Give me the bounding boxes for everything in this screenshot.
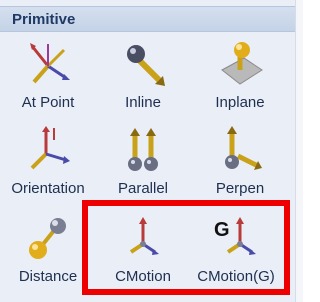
tool-at-point[interactable]: At Point — [2, 38, 94, 118]
perpen-icon — [225, 126, 262, 170]
inplane-icon — [221, 42, 263, 85]
tool-distance[interactable]: Distance — [2, 212, 94, 292]
tool-inplane[interactable]: Inplane — [194, 38, 286, 118]
tool-label: Inplane — [215, 94, 265, 111]
highlight-box — [82, 200, 290, 295]
parallel-icon — [128, 128, 158, 171]
tool-inline[interactable]: Inline — [97, 38, 189, 118]
panel-header[interactable]: Primitive — [0, 6, 295, 32]
tool-parallel[interactable]: Parallel — [97, 124, 189, 204]
scrollbar[interactable] — [295, 0, 303, 302]
tool-orientation[interactable]: Orientation — [2, 124, 94, 204]
tool-label: Perpen — [215, 180, 265, 197]
distance-icon — [29, 218, 66, 259]
tool-perpen[interactable]: Perpen — [194, 124, 286, 204]
at-point-icon — [30, 43, 70, 84]
panel-title: Primitive — [12, 11, 76, 28]
inline-icon — [127, 45, 165, 86]
orientation-icon — [30, 126, 70, 170]
